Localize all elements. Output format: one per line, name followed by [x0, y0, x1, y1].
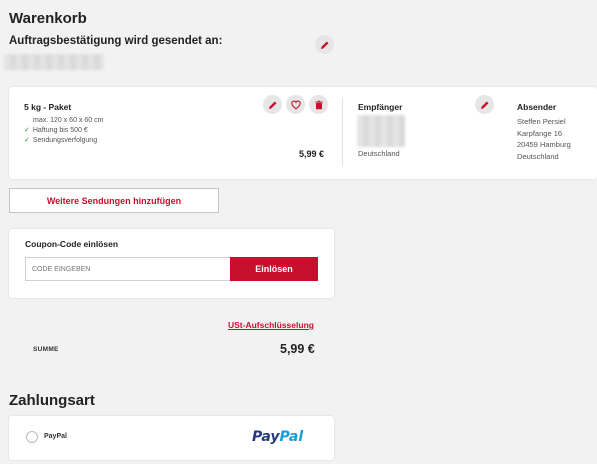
- feature-tracking: Sendungsverfolgung: [24, 136, 97, 147]
- coupon-input[interactable]: [25, 257, 230, 281]
- email-redacted: [4, 54, 104, 70]
- sum-label: SUMME: [33, 346, 59, 353]
- check-icon: [24, 127, 33, 134]
- paypal-icon: PayPal: [252, 429, 304, 445]
- heart-icon: [290, 100, 301, 109]
- edit-icon: [268, 101, 276, 109]
- check-icon: [24, 137, 33, 144]
- recipient-country: Deutschland: [358, 149, 400, 158]
- recipient-heading: Empfänger: [358, 102, 403, 112]
- paypal-radio[interactable]: [26, 431, 38, 443]
- trash-icon: [314, 100, 323, 109]
- paypal-logo: PayPal: [252, 428, 303, 446]
- payment-title: Zahlungsart: [9, 392, 95, 409]
- confirmation-label: Auftragsbestätigung wird gesendet an:: [9, 35, 223, 47]
- edit-email-button[interactable]: [315, 35, 334, 54]
- recipient-address-redacted: [357, 115, 405, 147]
- coupon-title: Coupon-Code einlösen: [25, 239, 119, 249]
- page-title: Warenkorb: [9, 10, 87, 27]
- sender-street: Karpfange 16: [517, 128, 563, 138]
- sum-value: 5,99 €: [280, 342, 315, 356]
- favorite-package-button[interactable]: [286, 95, 305, 114]
- package-title: 5 kg - Paket: [24, 102, 72, 112]
- sender-heading: Absender: [517, 102, 557, 112]
- feature-liability: Haftung bis 500 €: [24, 126, 88, 137]
- sender-country: Deutschland: [517, 151, 559, 161]
- card-divider: [342, 97, 343, 167]
- edit-package-button[interactable]: [263, 95, 282, 114]
- edit-icon: [320, 41, 328, 49]
- edit-icon: [480, 101, 488, 109]
- package-dimensions: max. 120 x 60 x 60 cm: [33, 117, 104, 124]
- delete-package-button[interactable]: [309, 95, 328, 114]
- edit-recipient-button[interactable]: [475, 95, 494, 114]
- paypal-label: PayPal: [44, 433, 67, 440]
- sender-name: Steffen Persiel: [517, 117, 566, 126]
- sender-address: Steffen Persiel Karpfange 16 20459 Hambu…: [517, 116, 571, 162]
- sender-city: 20459 Hamburg: [517, 140, 571, 149]
- redeem-button[interactable]: Einlösen: [230, 257, 318, 281]
- add-shipment-button[interactable]: Weitere Sendungen hinzufügen: [9, 188, 219, 213]
- package-price: 5,99 €: [299, 149, 325, 159]
- tax-breakdown-link[interactable]: USt-Aufschlüsselung: [228, 320, 314, 330]
